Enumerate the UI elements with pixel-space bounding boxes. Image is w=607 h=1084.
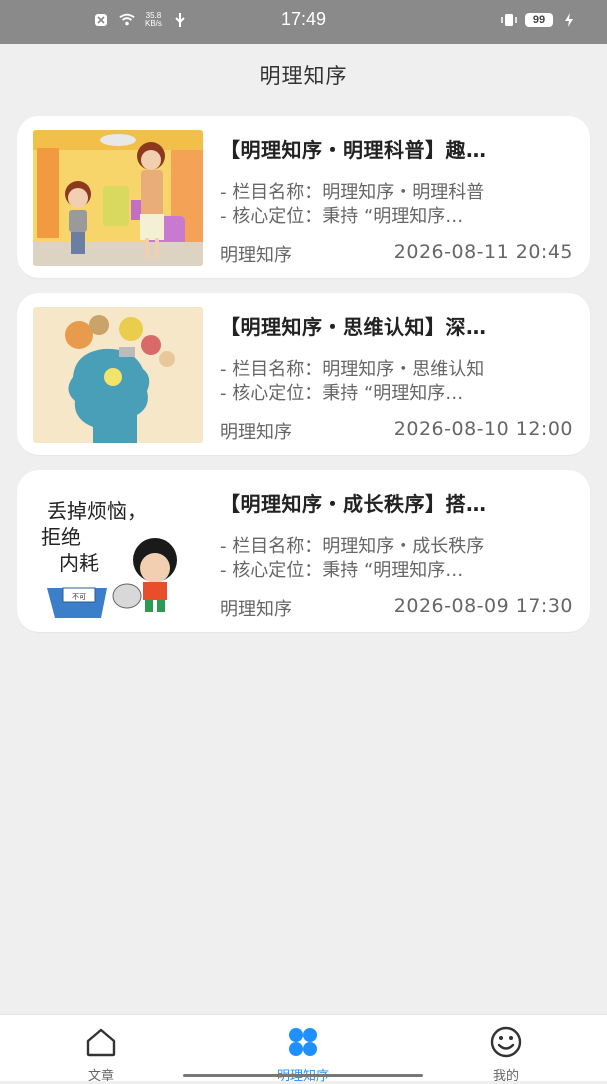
article-column-name: - 栏目名称：明理知序・明理科普 [220,182,485,203]
smile-icon [490,1026,522,1058]
article-positioning: - 核心定位：秉持 “明理知序… [220,383,464,404]
article-title: 【明理知序・思维认知】深… [220,315,487,339]
thumb-text-line3: 内耗 [59,551,99,575]
charging-icon [561,12,577,28]
nav-item-mine[interactable]: 我的 [446,1025,566,1084]
article-positioning: - 核心定位：秉持 “明理知序… [220,560,464,581]
page-title: 明理知序 [259,64,348,88]
status-bar: 35.8 KB/s 17:49 99 [0,0,607,44]
thumb-text-line2: 拒绝 [41,525,81,549]
article-source: 明理知序 [220,245,292,266]
article-thumbnail: 丢掉烦恼， 拒绝 内耗 不可 [33,484,203,620]
grid-icon [289,1028,317,1056]
article-source: 明理知序 [220,422,292,443]
article-card[interactable]: 【明理知序・明理科普】趣… - 栏目名称：明理知序・明理科普 - 核心定位：秉持… [17,116,590,278]
thumb-text-line1: 丢掉烦恼， [47,499,147,523]
article-column-name: - 栏目名称：明理知序・成长秩序 [220,536,485,557]
page-header: 明理知序 [0,44,607,106]
home-icon [86,1028,116,1057]
nav-label-articles: 文章 [87,1069,114,1084]
article-positioning: - 核心定位：秉持 “明理知序… [220,206,464,227]
article-datetime: 2026-08-10 12:00 [393,418,573,440]
article-source: 明理知序 [220,599,292,620]
home-indicator[interactable] [183,1074,423,1077]
status-right-icons: 99 [501,12,577,28]
article-thumbnail [33,307,203,443]
article-thumbnail [33,130,203,266]
article-card[interactable]: 丢掉烦恼， 拒绝 内耗 不可 【明理知序・成长秩序】搭… - 栏目名称：明理知序… [17,470,590,632]
thumb-bin-label: 不可 [72,593,86,601]
vibrate-icon [501,12,517,28]
article-column-name: - 栏目名称：明理知序・思维认知 [220,359,485,380]
article-datetime: 2026-08-11 20:45 [393,241,573,263]
nav-item-articles[interactable]: 文章 [41,1025,161,1084]
article-title: 【明理知序・明理科普】趣… [220,138,487,162]
article-title: 【明理知序・成长秩序】搭… [220,492,487,516]
article-list: 【明理知序・明理科普】趣… - 栏目名称：明理知序・明理科普 - 核心定位：秉持… [17,116,590,647]
battery-level: 99 [525,13,553,27]
article-datetime: 2026-08-09 17:30 [393,595,573,617]
nav-label-mine: 我的 [492,1069,519,1084]
bottom-navigation: 文章 明理知序 我的 [0,1014,607,1084]
article-card[interactable]: 【明理知序・思维认知】深… - 栏目名称：明理知序・思维认知 - 核心定位：秉持… [17,293,590,455]
